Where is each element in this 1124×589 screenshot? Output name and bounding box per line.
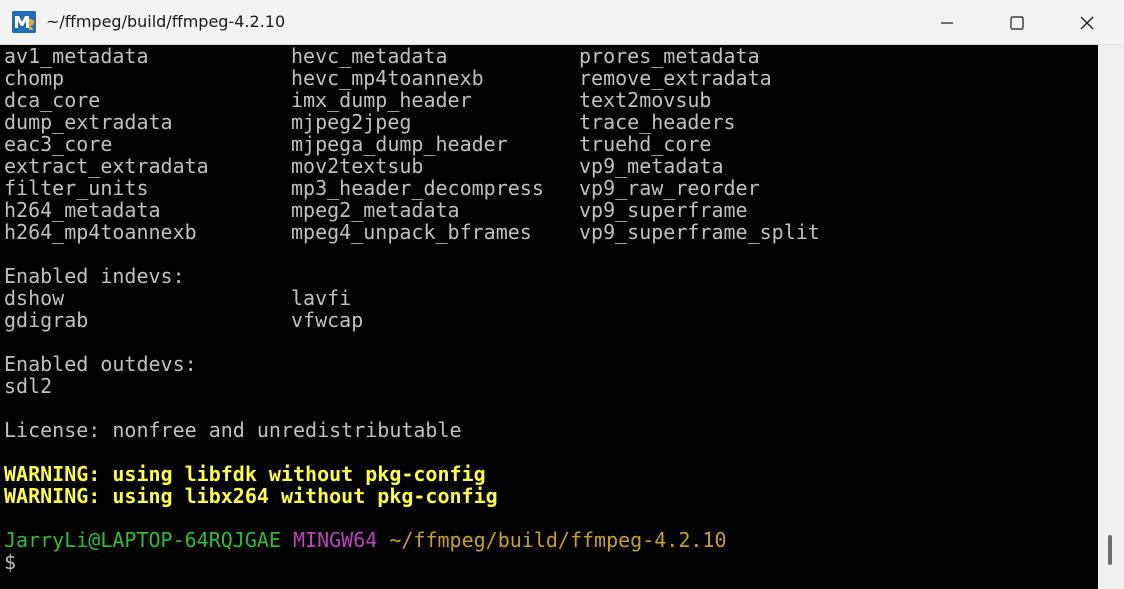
shell-prompt: JarryLi@LAPTOP-64RQJGAE MINGW64 ~/ffmpeg… [4, 529, 727, 551]
bsf-row: dump_extradata mjpeg2jpeg trace_headers [4, 111, 736, 133]
bsf-item: vp9_superframe_split [579, 220, 820, 244]
prompt-input-line[interactable]: $ [4, 551, 16, 573]
terminal-window: ~/ffmpeg/build/ffmpeg-4.2.10 av1_metadat… [0, 0, 1124, 589]
bsf-row: eac3_core mjpega_dump_header truehd_core [4, 133, 711, 155]
bsf-item: vp9_metadata [579, 154, 724, 178]
bsf-item: prores_metadata [579, 45, 760, 68]
warning-line: WARNING: using libx264 without pkg-confi… [4, 484, 498, 508]
warning-line: WARNING: using libfdk without pkg-config [4, 462, 486, 486]
scrollbar-thumb[interactable] [1108, 535, 1112, 565]
bsf-row: h264_metadata mpeg2_metadata vp9_superfr… [4, 199, 748, 221]
outdev-item: sdl2 [4, 374, 53, 398]
prompt-system: MINGW64 [293, 528, 378, 552]
title-bar[interactable]: ~/ffmpeg/build/ffmpeg-4.2.10 [0, 0, 1124, 45]
bsf-item: extract_extradata [4, 154, 209, 178]
bsf-item: remove_extradata [579, 66, 772, 90]
prompt-path: ~/ffmpeg/build/ffmpeg-4.2.10 [389, 528, 727, 552]
maximize-button[interactable] [982, 0, 1052, 45]
bsf-item: dca_core [4, 88, 101, 112]
close-icon [1080, 16, 1094, 29]
bsf-row: av1_metadata hevc_metadata prores_metada… [4, 45, 760, 67]
terminal-output[interactable]: av1_metadata hevc_metadata prores_metada… [0, 45, 1098, 589]
bsf-item: mp3_header_decompress [291, 176, 544, 200]
bsf-item: mov2textsub [291, 154, 424, 178]
bsf-item: vp9_raw_reorder [579, 176, 760, 200]
bsf-item: mpeg2_metadata [291, 198, 460, 222]
bsf-item: chomp [4, 66, 65, 90]
license-line: License: nonfree and unredistributable [4, 418, 462, 442]
outdevs-header: Enabled outdevs: [4, 352, 197, 376]
bsf-item: av1_metadata [4, 45, 149, 68]
bsf-row: filter_units mp3_header_decompress vp9_r… [4, 177, 760, 199]
bsf-row: extract_extradata mov2textsub vp9_metada… [4, 155, 724, 177]
indev-item: dshow [4, 286, 65, 310]
bsf-item: mjpeg2jpeg [291, 110, 412, 134]
indev-row: dshow lavfi [4, 286, 351, 310]
bsf-item: h264_metadata [4, 198, 161, 222]
bsf-item: truehd_core [579, 132, 712, 156]
indev-item: gdigrab [4, 308, 89, 332]
minimize-button[interactable] [912, 0, 982, 45]
bsf-item: trace_headers [579, 110, 736, 134]
prompt-user-host: JarryLi@LAPTOP-64RQJGAE [4, 528, 281, 552]
bsf-item: mpeg4_unpack_bframes [291, 220, 532, 244]
bsf-item: h264_mp4toannexb [4, 220, 197, 244]
bsf-row: h264_mp4toannexb mpeg4_unpack_bframes vp… [4, 221, 820, 243]
prompt-symbol: $ [4, 550, 17, 574]
vertical-scrollbar[interactable] [1098, 45, 1124, 589]
indev-item: lavfi [291, 286, 352, 310]
indevs-header: Enabled indevs: [4, 264, 185, 288]
bsf-item: filter_units [4, 176, 149, 200]
bsf-row: dca_core imx_dump_header text2movsub [4, 89, 711, 111]
indev-row: gdigrab vfwcap [4, 309, 363, 331]
close-button[interactable] [1052, 0, 1122, 45]
bsf-item: text2movsub [579, 88, 712, 112]
window-title: ~/ffmpeg/build/ffmpeg-4.2.10 [46, 12, 286, 31]
maximize-icon [1010, 15, 1024, 30]
bsf-item: hevc_mp4toannexb [291, 66, 484, 90]
bsf-row: chomp hevc_mp4toannexb remove_extradata [4, 66, 772, 90]
bsf-item: dump_extradata [4, 110, 173, 134]
bsf-item: eac3_core [4, 132, 113, 156]
minimize-icon [941, 21, 953, 24]
indev-item: vfwcap [291, 308, 364, 332]
msys2-mintty-icon[interactable] [12, 11, 36, 33]
bsf-item: imx_dump_header [291, 88, 472, 112]
bsf-item: mjpega_dump_header [291, 132, 508, 156]
bsf-item: vp9_superframe [579, 198, 748, 222]
bsf-item: hevc_metadata [291, 45, 448, 68]
